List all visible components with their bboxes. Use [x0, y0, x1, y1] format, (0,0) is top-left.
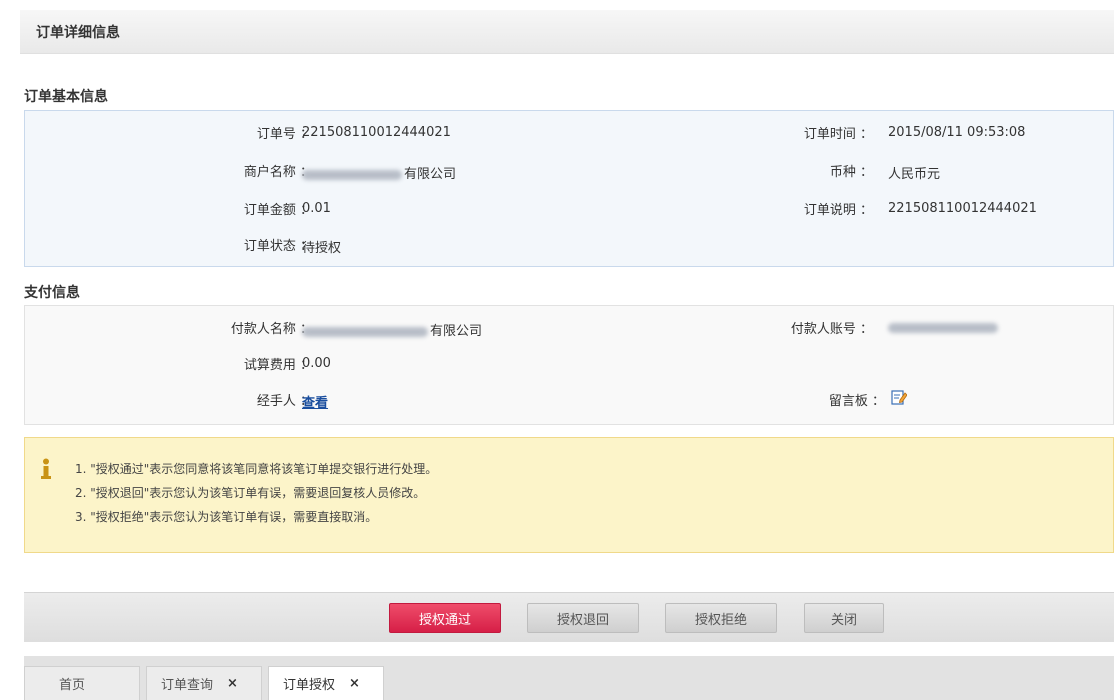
tab-home-label: 首页: [59, 678, 86, 693]
order-desc-value: 221508110012444021: [888, 201, 1037, 216]
close-button[interactable]: 关闭: [804, 603, 884, 633]
order-desc-label: 订单说明 ：: [803, 203, 873, 218]
notice-line-3: 3. "授权拒绝"表示您认为该笔订单有误，需要直接取消。: [75, 510, 378, 524]
payer-account-label: 付款人账号 ：: [790, 322, 873, 337]
order-no-value: 221508110012444021: [302, 125, 451, 140]
notice-line-2: 2. "授权退回"表示您认为该笔订单有误，需要退回复核人员修改。: [75, 486, 426, 500]
payment-info-title: 支付信息: [24, 285, 80, 301]
basic-info-title: 订单基本信息: [24, 89, 108, 105]
notice-line-1: 1. "授权通过"表示您同意将该笔同意将该笔订单提交银行进行处理。: [75, 462, 438, 476]
tab-order-authorize[interactable]: 订单授权 ×: [268, 666, 384, 700]
order-time-value: 2015/08/11 09:53:08: [888, 125, 1026, 140]
info-icon: [41, 458, 51, 479]
approve-button[interactable]: 授权通过: [389, 603, 501, 633]
tab-order-authorize-close-icon[interactable]: ×: [349, 676, 360, 691]
authorization-notice: 1. "授权通过"表示您同意将该笔同意将该笔订单提交银行进行处理。 2. "授权…: [24, 437, 1114, 553]
tab-bar: 首页 订单查询 × 订单授权 ×: [24, 656, 1114, 700]
currency-value: 人民币元: [888, 167, 941, 182]
fee-value: 0.00: [302, 356, 331, 371]
currency-label: 币种 ：: [829, 165, 873, 180]
message-board-label: 留言板 ：: [828, 394, 885, 409]
reject-button[interactable]: 授权拒绝: [665, 603, 777, 633]
payer-name-value: 有限公司: [302, 320, 482, 339]
order-time-label: 订单时间 ：: [803, 127, 873, 142]
redacted-payer-name: [302, 326, 428, 337]
action-bar: 授权通过 授权退回 授权拒绝 关闭: [24, 592, 1114, 642]
order-status-value: 待授权: [302, 241, 342, 256]
page-header: 订单详细信息: [20, 10, 1114, 54]
merchant-value: 有限公司: [302, 163, 456, 182]
tab-order-query[interactable]: 订单查询 ×: [146, 666, 262, 700]
page-title: 订单详细信息: [36, 24, 120, 41]
payment-info-panel: 付款人名称 ： 有限公司 付款人账号 ： 试算费用 ： 0.00 经手人 ： 查…: [24, 305, 1114, 425]
tab-home[interactable]: 首页: [24, 666, 140, 700]
payer-name-label: 付款人名称 ：: [230, 322, 313, 337]
amount-value: 0.01: [302, 201, 331, 216]
tab-order-query-label: 订单查询: [161, 678, 214, 693]
edit-message-icon[interactable]: [891, 389, 907, 405]
tab-order-authorize-label: 订单授权: [283, 678, 336, 693]
payer-account-value: [888, 320, 1000, 335]
basic-info-panel: 订单号 ： 221508110012444021 订单时间 ： 2015/08/…: [24, 110, 1114, 267]
redacted-payer-account: [888, 322, 998, 333]
return-button[interactable]: 授权退回: [527, 603, 639, 633]
redacted-merchant: [302, 169, 402, 180]
handler-view-link[interactable]: 查看: [302, 392, 328, 411]
tab-order-query-close-icon[interactable]: ×: [227, 676, 238, 691]
payer-name-suffix: 有限公司: [430, 324, 483, 339]
merchant-suffix: 有限公司: [404, 167, 457, 182]
